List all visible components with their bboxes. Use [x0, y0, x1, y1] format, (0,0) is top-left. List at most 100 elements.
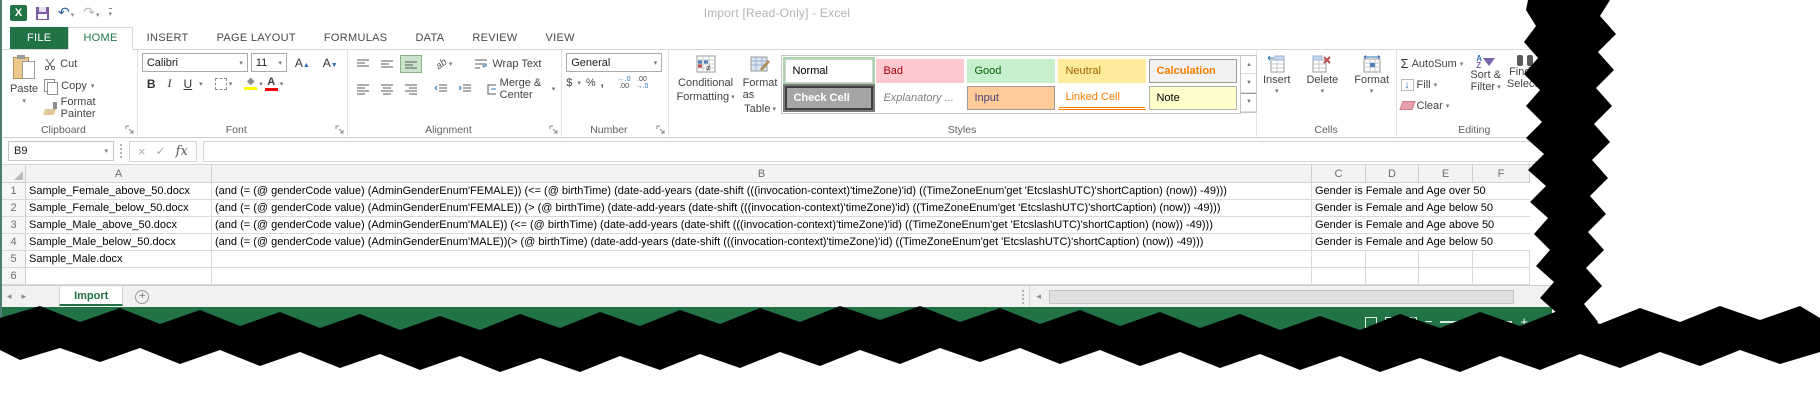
decrease-indent-button[interactable] [430, 80, 452, 98]
format-painter-button[interactable]: Format Painter [42, 97, 133, 119]
comma-format-button[interactable]: , [601, 77, 604, 89]
style-note[interactable]: Note [1149, 86, 1237, 110]
zoom-slider[interactable] [1440, 321, 1512, 323]
cell-b2[interactable]: (and (= (@ genderCode value) (AdminGende… [212, 200, 1312, 217]
zoom-out-icon[interactable]: − [1425, 317, 1433, 327]
clear-button[interactable]: Clear▾ [1401, 96, 1464, 115]
merge-center-button[interactable]: Merge & Center ▾ [485, 78, 557, 100]
number-dialog-launcher-icon[interactable] [656, 125, 666, 135]
scrollbar-thumb[interactable] [1049, 290, 1514, 304]
chevron-down-icon[interactable]: ▾ [259, 80, 263, 88]
page-break-view-icon[interactable] [1405, 317, 1417, 328]
sheet-nav-right-icon[interactable]: ▸ [17, 291, 32, 302]
bold-button[interactable]: B [142, 76, 161, 92]
row-header[interactable]: 3 [2, 217, 26, 234]
cell-f5[interactable] [1473, 251, 1530, 268]
cell-e6[interactable] [1419, 268, 1473, 285]
style-neutral[interactable]: Neutral [1058, 59, 1146, 83]
cell-c3[interactable]: Gender is Female and Age above 50 [1312, 217, 1530, 234]
conditional-formatting-button[interactable]: ≠ Conditional Formatting▾ [673, 53, 739, 121]
name-box[interactable]: B9▾ [8, 141, 114, 161]
cell-b4[interactable]: (and (= (@ genderCode value) (AdminGende… [212, 234, 1312, 251]
fill-button[interactable]: ↓Fill▾ [1401, 75, 1464, 94]
align-top-button[interactable] [352, 55, 374, 73]
scroll-left-icon[interactable]: ◂ [1029, 286, 1047, 307]
cell-b1[interactable]: (and (= (@ genderCode value) (AdminGende… [212, 183, 1312, 200]
tab-home[interactable]: HOME [68, 27, 132, 50]
number-format-select[interactable]: General▾ [566, 53, 662, 72]
cell-c2[interactable]: Gender is Female and Age below 50 [1312, 200, 1530, 217]
chevron-down-icon[interactable]: ▾ [577, 79, 581, 87]
format-as-table-button[interactable]: Format as Table▾ [739, 53, 782, 121]
chevron-down-icon[interactable]: ▾ [199, 80, 203, 88]
column-header-f[interactable]: F [1473, 165, 1530, 183]
scrollbar-track[interactable] [1047, 286, 1552, 307]
row-header[interactable]: 2 [2, 200, 26, 217]
paste-button[interactable]: Paste ▾ [6, 53, 42, 121]
cell-c1[interactable]: Gender is Female and Age over 50 [1312, 183, 1530, 200]
cancel-icon[interactable]: × [138, 144, 146, 159]
align-center-button[interactable] [376, 80, 398, 98]
tab-splitter-handle[interactable] [1022, 290, 1025, 304]
formula-bar-divider[interactable] [120, 144, 123, 158]
increase-font-size-button[interactable]: A▲ [290, 55, 315, 71]
cell-a1[interactable]: Sample_Female_above_50.docx [26, 183, 212, 200]
decrease-decimal-button[interactable]: .00→.0 [636, 76, 649, 90]
style-explanatory[interactable]: Explanatory ... [876, 86, 964, 110]
zoom-in-icon[interactable]: + [1520, 317, 1528, 327]
cell-c6[interactable] [1312, 268, 1366, 285]
style-check-cell[interactable]: Check Cell [785, 86, 873, 110]
percent-format-button[interactable]: % [586, 77, 596, 89]
column-header-b[interactable]: B [212, 165, 1312, 183]
align-middle-button[interactable] [376, 55, 398, 73]
formula-input[interactable] [203, 141, 1546, 162]
chevron-down-icon[interactable]: ▾ [280, 80, 284, 88]
style-normal[interactable]: Normal [785, 59, 873, 83]
clipboard-dialog-launcher-icon[interactable] [125, 125, 135, 135]
sheet-nav-left-icon[interactable]: ◂ [2, 291, 17, 302]
align-right-button[interactable] [400, 80, 422, 98]
cell-c5[interactable] [1312, 251, 1366, 268]
normal-view-icon[interactable] [1365, 317, 1377, 328]
cell-c4[interactable]: Gender is Female and Age below 50 [1312, 234, 1530, 251]
underline-button[interactable]: U [179, 76, 198, 92]
tab-data[interactable]: DATA [401, 28, 458, 49]
cell-b6[interactable] [212, 268, 1312, 285]
row-header[interactable]: 1 [2, 183, 26, 200]
increase-indent-button[interactable] [454, 80, 476, 98]
style-calculation[interactable]: Calculation [1149, 59, 1237, 83]
decrease-font-size-button[interactable]: A▼ [318, 55, 343, 71]
borders-icon[interactable] [215, 78, 227, 90]
tab-file[interactable]: FILE [10, 27, 68, 49]
font-family-select[interactable]: Calibri▾ [142, 53, 248, 72]
copy-button[interactable]: Copy ▾ [42, 75, 133, 97]
cell-a4[interactable]: Sample_Male_below_50.docx [26, 234, 212, 251]
zoom-slider-thumb[interactable] [1473, 317, 1478, 327]
tab-insert[interactable]: INSERT [133, 28, 203, 49]
cell-a5[interactable]: Sample_Male.docx [26, 251, 212, 268]
style-linked-cell[interactable]: Linked Cell [1058, 86, 1146, 110]
column-header-d[interactable]: D [1366, 165, 1419, 183]
select-all-corner[interactable] [2, 165, 26, 183]
cell-b3[interactable]: (and (= (@ genderCode value) (AdminGende… [212, 217, 1312, 234]
style-bad[interactable]: Bad [876, 59, 964, 83]
delete-cells-button[interactable]: Delete ▾ [1298, 53, 1346, 121]
chevron-down-icon[interactable]: ▾ [449, 60, 453, 68]
font-color-icon[interactable]: A [265, 77, 278, 91]
tab-formulas[interactable]: FORMULAS [310, 28, 402, 49]
sort-filter-button[interactable]: AZ Sort & Filter▾ [1467, 53, 1504, 121]
currency-format-button[interactable]: $ [566, 77, 572, 89]
save-icon[interactable] [36, 7, 49, 20]
cell-b5[interactable] [212, 251, 1312, 268]
cell-e5[interactable] [1419, 251, 1473, 268]
fill-color-icon[interactable]: ◆ [244, 77, 257, 90]
format-cells-button[interactable]: Format ▾ [1346, 53, 1397, 121]
column-header-e[interactable]: E [1419, 165, 1473, 183]
cell-a3[interactable]: Sample_Male_above_50.docx [26, 217, 212, 234]
cell-a2[interactable]: Sample_Female_below_50.docx [26, 200, 212, 217]
increase-decimal-button[interactable]: ←.0.00 [618, 76, 631, 90]
enter-icon[interactable]: ✓ [156, 144, 166, 158]
cell-a6[interactable] [26, 268, 212, 285]
add-sheet-icon[interactable]: + [135, 290, 149, 304]
column-header-c[interactable]: C [1312, 165, 1366, 183]
